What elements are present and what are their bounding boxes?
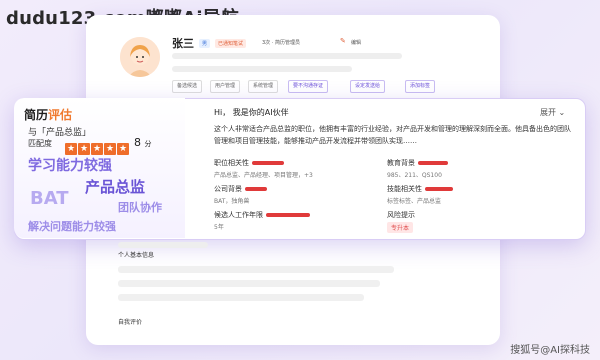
avatar-illustration-icon <box>120 37 160 77</box>
risk-badge: 专升本 <box>387 222 414 233</box>
placeholder-line <box>172 66 352 72</box>
avatar <box>120 37 160 77</box>
section-self-eval: 自我评价 <box>118 319 143 326</box>
field-label-risk: 风险提示 <box>387 211 415 219</box>
title-orange: 评估 <box>48 108 73 122</box>
edit-link[interactable]: 编辑 <box>351 39 361 46</box>
field-value-skills: 标签标签、产品总监 <box>387 198 442 205</box>
field-label-years: 候选人工作年限 <box>214 210 310 220</box>
status-text: 3次 · 简历管理员 <box>262 40 300 46</box>
field-label-education: 教育背景 <box>387 158 448 168</box>
placeholder-line <box>118 280 380 287</box>
star-icon: ★ <box>65 143 77 155</box>
gender-badge: 男 <box>199 39 211 48</box>
resume-eval-title: 简历评估 <box>24 106 72 123</box>
chip-send-to[interactable]: 设定发送给 <box>350 80 386 93</box>
assistant-summary: 这个人非常适合产品总监的职位，他拥有丰富的行业经验，对产品开发和管理的理解深刻而… <box>214 125 571 145</box>
tag-problem-solving: 解决问题能力较强 <box>28 220 116 233</box>
star-icon: ★ <box>117 143 129 155</box>
placeholder-line <box>118 294 364 301</box>
candidate-name: 张三 <box>172 37 194 50</box>
chip-system-mgmt[interactable]: 系统管理 <box>248 80 279 93</box>
star-icon: ★ <box>78 143 90 155</box>
field-label-skills: 技能相关性 <box>387 184 453 194</box>
field-label-position: 职位相关性 <box>214 158 284 168</box>
score-unit: 分 <box>144 140 152 148</box>
field-label-company: 公司背景 <box>214 184 267 194</box>
field-value-education: 985、211、QS100 <box>387 172 442 179</box>
placeholder-line <box>118 266 394 273</box>
chip-candidate[interactable]: 备选候选 <box>172 80 203 93</box>
score-value: 8 <box>134 136 141 149</box>
placeholder-line <box>172 53 402 59</box>
tag-teamwork: 团队协作 <box>118 201 162 214</box>
chip-add-tag[interactable]: 添加标签 <box>405 80 436 93</box>
chip-user-mgmt[interactable]: 用户管理 <box>210 80 241 93</box>
section-basic-info: 个人基本信息 <box>118 252 155 259</box>
credit-text: 搜狐号@AI探科技 <box>510 345 590 356</box>
chip-communication[interactable]: 要不沟通存证 <box>288 80 329 93</box>
star-rating: ★ ★ ★ ★ ★ <box>65 136 130 155</box>
chevron-down-icon: ⌄ <box>558 108 566 117</box>
assistant-greeting: Hi， 我是你的AI伙伴 <box>214 108 289 117</box>
star-icon: ★ <box>104 143 116 155</box>
match-score: 8 分 <box>134 136 152 149</box>
edit-icon[interactable]: ✎ <box>340 37 346 45</box>
tag-product-director: 产品总监 <box>85 178 146 196</box>
expand-button[interactable]: 展开 ⌄ <box>540 107 565 118</box>
field-value-company: BAT，独角兽 <box>214 198 250 205</box>
tag-bat: BAT <box>30 188 69 209</box>
title-black: 简历 <box>24 108 49 122</box>
placeholder-line <box>118 242 208 248</box>
match-label: 匹配度 <box>28 139 52 148</box>
status-badge: 已通知笔试 <box>215 39 247 48</box>
field-value-position: 产品总监、产品经理、项目管理，+3 <box>214 172 313 179</box>
star-icon: ★ <box>91 143 103 155</box>
field-value-years: 5年 <box>214 224 224 231</box>
expand-label: 展开 <box>540 108 556 117</box>
tag-learning: 学习能力较强 <box>28 158 112 174</box>
